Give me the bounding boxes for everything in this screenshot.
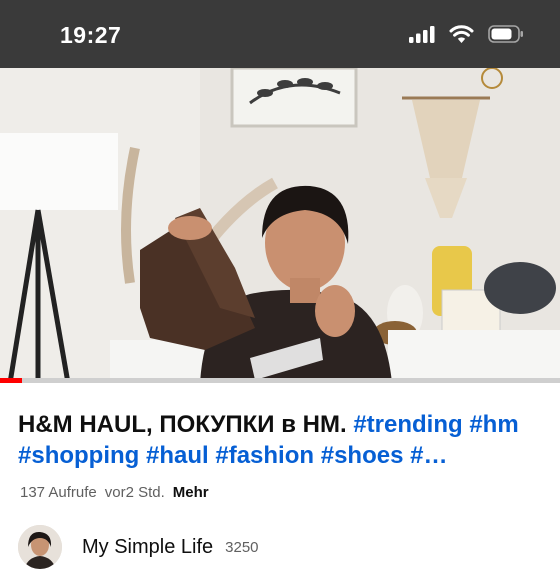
video-title-text: H&M HAUL, ПОКУПКИ в HM. <box>18 411 354 438</box>
hashtag-link[interactable]: #shoes <box>321 442 404 469</box>
video-info-panel: H&M HAUL, ПОКУПКИ в HM. #trending #hm #s… <box>0 383 560 569</box>
hashtag-link[interactable]: #hm <box>469 411 518 438</box>
video-thumbnail <box>0 68 560 383</box>
subscriber-count: 3250 <box>225 538 259 556</box>
status-bar: 19:27 <box>0 0 560 68</box>
more-button[interactable]: Mehr <box>173 484 209 501</box>
video-player[interactable] <box>0 68 560 383</box>
view-count: 137 Aufrufe <box>20 484 97 501</box>
upload-time: vor2 Std. <box>104 484 165 501</box>
video-meta: 137 Aufrufe vor2 Std. Mehr <box>20 484 209 501</box>
hashtag-link[interactable]: #… <box>410 442 447 469</box>
wifi-icon <box>449 25 474 43</box>
hashtag-link[interactable]: #shopping <box>18 442 139 469</box>
status-time: 19:27 <box>60 22 122 48</box>
battery-icon <box>488 24 523 43</box>
status-icons <box>409 24 524 43</box>
hashtag-link[interactable]: #fashion <box>215 442 314 469</box>
hashtag-link[interactable]: #haul <box>146 442 209 469</box>
cellular-signal-icon <box>409 25 435 43</box>
video-title[interactable]: H&M HAUL, ПОКУПКИ в HM. #trending #hm #s… <box>18 409 546 471</box>
channel-row[interactable]: My Simple Life 3250 <box>18 525 259 569</box>
channel-avatar[interactable] <box>18 525 62 569</box>
channel-name[interactable]: My Simple Life <box>82 536 213 559</box>
hashtag-link[interactable]: #trending <box>353 411 462 438</box>
